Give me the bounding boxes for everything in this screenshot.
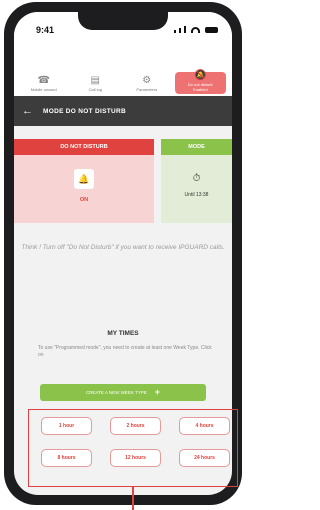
mode-card[interactable]: MODE ⏱ Until 13:38 <box>161 139 232 223</box>
my-times-description: To use "Programmed mode", you need to cr… <box>38 345 212 358</box>
preset-1-hour[interactable]: 1 hour <box>41 417 92 435</box>
tab-call-log[interactable]: ▤ Call log <box>70 74 122 92</box>
tab-label: Parameters <box>136 86 158 92</box>
my-times-title: MY TIMES <box>107 330 139 337</box>
mode-until: Until 13:38 <box>184 192 209 198</box>
tab-label: Call log <box>88 86 102 92</box>
create-week-type-button[interactable]: CREATE A NEW WEEK TYPE + <box>40 384 206 401</box>
tab-do-not-disturb[interactable]: 🔕 Do not disturb Enabled <box>174 69 226 94</box>
back-arrow-icon[interactable]: ← <box>22 105 33 117</box>
bell-icon: 🔔 <box>74 169 94 189</box>
preset-4-hours[interactable]: 4 hours <box>179 417 230 435</box>
preset-8-hours[interactable]: 8 hours <box>41 449 92 467</box>
signal-icon <box>184 26 186 33</box>
tab-bar: ☎ Mobile unused ▤ Call log ⚙ Parameters … <box>14 46 232 96</box>
bell-off-icon: 🔕 <box>194 69 207 81</box>
preset-durations: 1 hour 2 hours 4 hours 8 hours 12 hours … <box>41 417 231 467</box>
calendar-icon: ▤ <box>90 74 100 86</box>
status-icons <box>174 26 218 33</box>
info-text: Think ! Turn off "Do Not Disturb" if you… <box>21 244 225 251</box>
tab-parameters[interactable]: ⚙ Parameters <box>121 74 173 92</box>
signal-icon <box>179 28 181 33</box>
timer-icon: ⏱ <box>192 173 201 184</box>
preset-12-hours[interactable]: 12 hours <box>110 449 161 467</box>
battery-icon <box>205 27 218 33</box>
page-title: MODE DO NOT DISTURB <box>43 107 126 115</box>
notch <box>78 12 168 30</box>
preset-24-hours[interactable]: 24 hours <box>179 449 230 467</box>
plus-icon: + <box>154 387 161 397</box>
mode-card-title: MODE <box>161 139 232 155</box>
status-time: 9:41 <box>36 25 55 35</box>
title-bar: ← MODE DO NOT DISTURB <box>14 96 232 126</box>
gear-icon: ⚙ <box>142 74 152 86</box>
tab-sublabel: Enabled <box>192 87 208 92</box>
dnd-card-title: DO NOT DISTURB <box>14 139 154 155</box>
tab-mobile-unused[interactable]: ☎ Mobile unused <box>18 74 70 92</box>
presets-highlight-frame: 1 hour 2 hours 4 hours 8 hours 12 hours … <box>28 409 238 487</box>
create-week-type-label: CREATE A NEW WEEK TYPE <box>85 390 147 395</box>
preset-2-hours[interactable]: 2 hours <box>110 417 161 435</box>
signal-icon <box>174 30 176 33</box>
tab-label: Mobile unused <box>30 86 57 92</box>
dnd-state: ON <box>79 197 89 203</box>
callout-line <box>132 487 134 510</box>
do-not-disturb-card[interactable]: DO NOT DISTURB 🔔 ON <box>14 139 154 223</box>
phone-icon: ☎ <box>37 74 50 86</box>
wifi-icon <box>191 27 200 33</box>
